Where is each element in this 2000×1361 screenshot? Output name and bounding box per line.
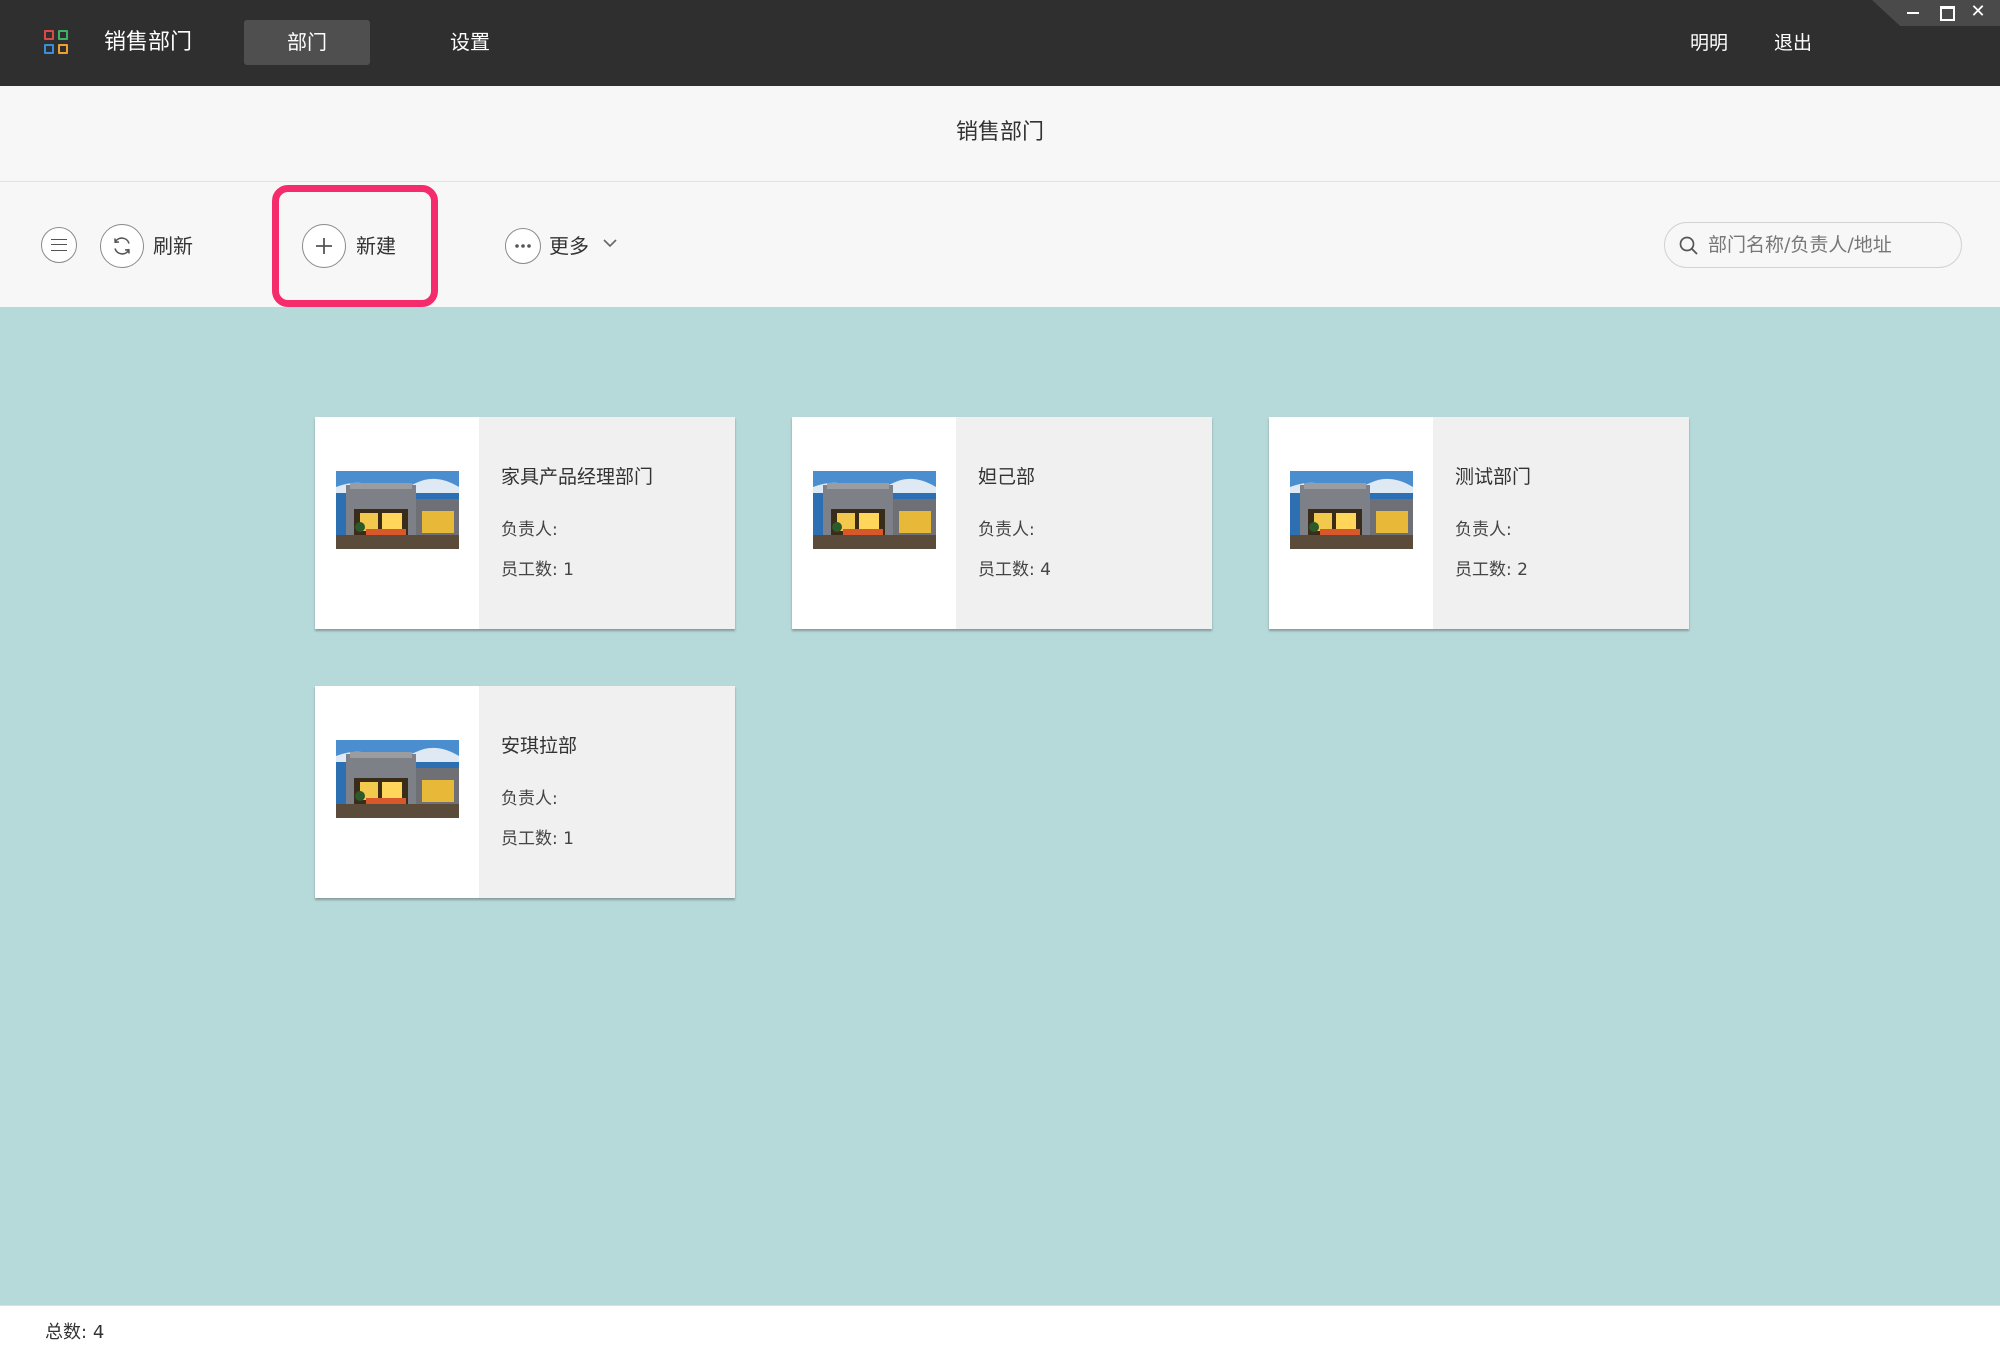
app-window: 销售部门 部门 设置 明明 退出 ✕ 销售部门 刷新 新建 更多 部门名称/负责… [0,0,2000,1361]
minimize-icon[interactable] [1903,2,1923,22]
app-title: 销售部门 [104,30,193,55]
manager-label: 负责人: [978,520,1035,540]
manager-label: 负责人: [1455,520,1512,540]
card-thumbnail [315,686,479,898]
employee-count-value: 2 [1517,560,1528,580]
card-thumbnail [1269,417,1433,629]
plus-icon [302,224,346,268]
card-thumbnail [315,417,479,629]
employee-count: 员工数: 2 [1455,557,1528,583]
status-bar: 总数: 4 [0,1305,2000,1361]
user-name[interactable]: 明明 [1690,28,1728,58]
logout-button[interactable]: 退出 [1774,28,1812,58]
top-bar: 销售部门 部门 设置 明明 退出 ✕ [0,0,2000,86]
hamburger-icon [51,239,67,251]
employee-count: 员工数: 4 [978,557,1051,583]
department-card[interactable]: 妲己部 负责人: 员工数: 4 [792,417,1212,629]
refresh-label: 刷新 [153,234,193,258]
menu-button[interactable] [41,227,77,263]
search-input[interactable] [1708,231,1948,259]
page-title: 销售部门 [955,120,1044,145]
department-grid: 家具产品经理部门 负责人: 员工数: 1 妲己部 负责人: 员工数: 4 测试部… [0,307,2000,1305]
total-value: 4 [92,1322,105,1343]
department-name: 测试部门 [1455,466,1532,488]
tab-settings[interactable]: 设置 [430,20,510,65]
tab-departments[interactable]: 部门 [244,20,370,65]
department-manager: 负责人: [501,517,558,543]
department-manager: 负责人: [978,517,1035,543]
new-label: 新建 [356,234,396,258]
page-header: 销售部门 [0,86,2000,182]
total-count: 总数: 4 [45,1320,104,1346]
employee-count-value: 1 [563,560,574,580]
building-image [813,471,936,549]
employee-count-value: 4 [1040,560,1051,580]
new-button-highlight [272,185,438,307]
manager-label: 负责人: [501,520,558,540]
toolbar: 刷新 新建 更多 [0,182,2000,307]
new-button[interactable]: 新建 [272,182,438,307]
department-card[interactable]: 安琪拉部 负责人: 员工数: 1 [315,686,735,898]
search-box [1664,222,1962,268]
close-icon[interactable]: ✕ [1968,2,1988,22]
employee-count: 员工数: 1 [501,557,574,583]
app-grid-icon[interactable] [44,30,70,56]
more-label: 更多 [549,234,589,258]
building-image [336,471,459,549]
employee-count-label: 员工数: [978,560,1035,580]
department-card[interactable]: 家具产品经理部门 负责人: 员工数: 1 [315,417,735,629]
building-image [336,740,459,818]
employee-count-label: 员工数: [1455,560,1512,580]
employee-count: 员工数: 1 [501,826,574,852]
department-manager: 负责人: [501,786,558,812]
employee-count-label: 员工数: [501,829,558,849]
more-dots-icon [505,228,541,264]
employee-count-value: 1 [563,829,574,849]
department-name: 妲己部 [978,466,1036,488]
department-manager: 负责人: [1455,517,1512,543]
chevron-down-icon [603,239,617,248]
manager-label: 负责人: [501,789,558,809]
total-label: 总数: [45,1322,88,1343]
department-name: 安琪拉部 [501,735,578,757]
building-image [1290,471,1413,549]
department-name: 家具产品经理部门 [501,466,654,488]
refresh-icon [100,224,144,268]
department-card[interactable]: 测试部门 负责人: 员工数: 2 [1269,417,1689,629]
maximize-icon[interactable] [1936,2,1956,22]
employee-count-label: 员工数: [501,560,558,580]
card-thumbnail [792,417,956,629]
search-icon [1679,236,1698,255]
